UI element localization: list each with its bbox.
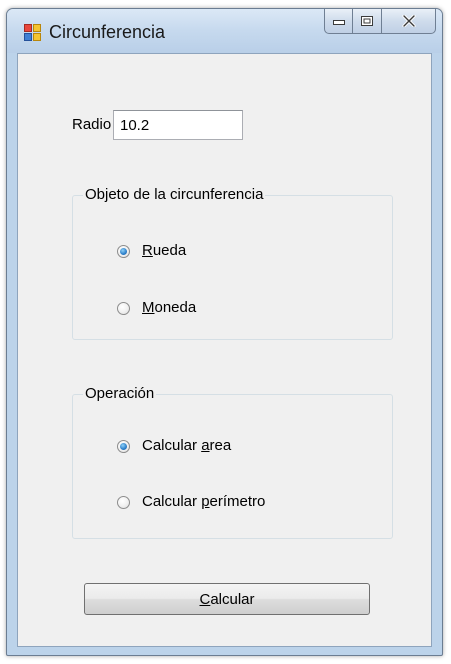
minimize-icon bbox=[332, 20, 345, 25]
radio-moneda-label: Moneda bbox=[142, 299, 197, 316]
radio-calcular-perimetro[interactable]: Calcular perímetro bbox=[117, 493, 265, 511]
radio-button-unchecked[interactable] bbox=[117, 301, 130, 315]
close-icon bbox=[401, 15, 416, 27]
calcular-rest: alcular bbox=[210, 590, 255, 608]
minimize-button[interactable] bbox=[324, 9, 353, 34]
form-app-icon bbox=[24, 24, 41, 41]
radio-calcular-area-label: Calcular area bbox=[142, 437, 232, 454]
radio-calcular-area[interactable]: Calcular area bbox=[117, 437, 231, 455]
maximize-button[interactable] bbox=[353, 9, 382, 34]
radio-rueda[interactable]: Rueda bbox=[117, 242, 186, 260]
object-group-legend: Objeto de la circunferencia bbox=[83, 186, 266, 204]
caption-buttons bbox=[324, 9, 436, 35]
radio-moneda[interactable]: Moneda bbox=[117, 299, 196, 317]
radio-button-checked[interactable] bbox=[117, 244, 130, 258]
form-client-area: Radio Objeto de la circunferencia Rueda … bbox=[17, 53, 432, 647]
object-groupbox: Objeto de la circunferencia Rueda Moneda bbox=[72, 186, 393, 340]
radio-input[interactable] bbox=[113, 110, 243, 140]
maximize-icon bbox=[361, 16, 373, 26]
app-window: Circunferencia Radio 10.2 Objeto de la c… bbox=[6, 8, 443, 656]
title-bar[interactable]: Circunferencia bbox=[7, 9, 442, 53]
operation-group-legend: Operación bbox=[83, 385, 157, 403]
radio-button-checked[interactable] bbox=[117, 439, 130, 453]
radio-calcular-perimetro-label: Calcular perímetro bbox=[142, 493, 266, 510]
radio-label: Radio bbox=[72, 116, 112, 133]
close-button[interactable] bbox=[382, 9, 436, 34]
calcular-button[interactable]: Calcular bbox=[84, 583, 370, 615]
radio-button-unchecked[interactable] bbox=[117, 495, 130, 509]
radio-rueda-label: Rueda bbox=[142, 242, 187, 259]
window-title: Circunferencia bbox=[49, 22, 166, 42]
calcular-accel: C bbox=[199, 590, 211, 608]
operation-groupbox: Operación Calcular area Calcular perímet… bbox=[72, 385, 393, 539]
